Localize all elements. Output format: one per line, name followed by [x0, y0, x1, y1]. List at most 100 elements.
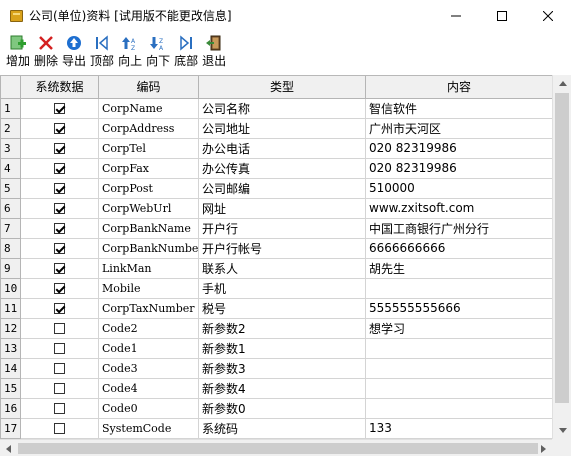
content-header[interactable]: 内容 — [365, 76, 553, 99]
type-cell[interactable]: 办公传真 — [198, 157, 366, 179]
system-data-checkbox[interactable] — [54, 103, 65, 114]
type-cell[interactable]: 手机 — [198, 277, 366, 299]
table-row[interactable]: 13 Code1 新参数1 — [0, 337, 553, 359]
table-row[interactable]: 1 CorpName 公司名称 智信软件 — [0, 97, 553, 119]
system-data-checkbox[interactable] — [54, 183, 65, 194]
last-button[interactable]: 底部 — [172, 31, 200, 71]
scroll-up-button[interactable] — [553, 75, 571, 92]
table-row[interactable]: 12 Code2 新参数2 想学习 — [0, 317, 553, 339]
table-row[interactable]: 8 CorpBankNumber 开户行帐号 6666666666 — [0, 237, 553, 259]
type-cell[interactable]: 税号 — [198, 297, 366, 319]
code-cell[interactable]: CorpTel — [98, 137, 199, 159]
code-cell[interactable]: CorpAddress — [98, 117, 199, 139]
vertical-scrollbar[interactable] — [552, 75, 571, 439]
table-row[interactable]: 9 LinkMan 联系人 胡先生 — [0, 257, 553, 279]
close-button[interactable] — [525, 0, 571, 31]
scroll-right-button[interactable] — [535, 440, 552, 456]
system-data-checkbox[interactable] — [54, 323, 65, 334]
content-cell[interactable]: 020 82319986 — [365, 137, 553, 159]
first-button[interactable]: 顶部 — [88, 31, 116, 71]
exit-button[interactable]: 退出 — [200, 31, 228, 71]
code-cell[interactable]: CorpPost — [98, 177, 199, 199]
row-number[interactable]: 13 — [0, 337, 21, 359]
row-number[interactable]: 1 — [0, 97, 21, 119]
type-cell[interactable]: 公司地址 — [198, 117, 366, 139]
content-cell[interactable]: 6666666666 — [365, 237, 553, 259]
move-down-button[interactable]: Z A 向下 — [144, 31, 172, 71]
content-cell[interactable]: www.zxitsoft.com — [365, 197, 553, 219]
table-row[interactable]: 17 SystemCode 系统码 133 — [0, 417, 553, 439]
horizontal-scrollbar[interactable] — [0, 439, 552, 456]
row-number[interactable]: 7 — [0, 217, 21, 239]
row-number[interactable]: 16 — [0, 397, 21, 419]
table-row[interactable]: 16 Code0 新参数0 — [0, 397, 553, 419]
code-cell[interactable]: CorpTaxNumber — [98, 297, 199, 319]
content-cell[interactable] — [365, 377, 553, 399]
row-number[interactable]: 8 — [0, 237, 21, 259]
horizontal-scroll-thumb[interactable] — [18, 443, 538, 454]
move-up-button[interactable]: A Z 向上 — [116, 31, 144, 71]
vertical-scroll-thumb[interactable] — [555, 93, 569, 403]
code-cell[interactable]: CorpFax — [98, 157, 199, 179]
code-cell[interactable]: CorpBankName — [98, 217, 199, 239]
add-button[interactable]: 增加 — [4, 31, 32, 71]
type-cell[interactable]: 新参数4 — [198, 377, 366, 399]
row-number[interactable]: 12 — [0, 317, 21, 339]
type-cell[interactable]: 新参数2 — [198, 317, 366, 339]
system-data-checkbox[interactable] — [54, 223, 65, 234]
table-row[interactable]: 6 CorpWebUrl 网址 www.zxitsoft.com — [0, 197, 553, 219]
code-cell[interactable]: LinkMan — [98, 257, 199, 279]
content-cell[interactable]: 智信软件 — [365, 97, 553, 119]
table-row[interactable]: 4 CorpFax 办公传真 020 82319986 — [0, 157, 553, 179]
type-header[interactable]: 类型 — [198, 76, 366, 99]
row-number[interactable]: 3 — [0, 137, 21, 159]
code-cell[interactable]: Code0 — [98, 397, 199, 419]
type-cell[interactable]: 新参数3 — [198, 357, 366, 379]
content-cell[interactable]: 中国工商银行广州分行 — [365, 217, 553, 239]
scroll-down-button[interactable] — [553, 422, 571, 439]
system-data-checkbox[interactable] — [54, 303, 65, 314]
system-data-checkbox[interactable] — [54, 143, 65, 154]
table-row[interactable]: 10 Mobile 手机 — [0, 277, 553, 299]
content-cell[interactable] — [365, 277, 553, 299]
system-data-checkbox[interactable] — [54, 403, 65, 414]
type-cell[interactable]: 办公电话 — [198, 137, 366, 159]
system-data-checkbox[interactable] — [54, 423, 65, 434]
content-cell[interactable] — [365, 337, 553, 359]
content-cell[interactable] — [365, 357, 553, 379]
system-data-checkbox[interactable] — [54, 243, 65, 254]
system-data-checkbox[interactable] — [54, 343, 65, 354]
content-cell[interactable]: 020 82319986 — [365, 157, 553, 179]
row-number[interactable]: 11 — [0, 297, 21, 319]
row-number[interactable]: 6 — [0, 197, 21, 219]
code-cell[interactable]: Code2 — [98, 317, 199, 339]
type-cell[interactable]: 新参数0 — [198, 397, 366, 419]
maximize-button[interactable] — [479, 0, 525, 31]
minimize-button[interactable] — [433, 0, 479, 31]
content-cell[interactable]: 胡先生 — [365, 257, 553, 279]
row-number[interactable]: 10 — [0, 277, 21, 299]
row-number[interactable]: 9 — [0, 257, 21, 279]
content-cell[interactable]: 广州市天河区 — [365, 117, 553, 139]
row-number[interactable]: 5 — [0, 177, 21, 199]
system-data-header[interactable]: 系统数据 — [20, 76, 99, 99]
row-number[interactable]: 15 — [0, 377, 21, 399]
table-row[interactable]: 7 CorpBankName 开户行 中国工商银行广州分行 — [0, 217, 553, 239]
content-cell[interactable] — [365, 397, 553, 419]
system-data-checkbox[interactable] — [54, 283, 65, 294]
type-cell[interactable]: 系统码 — [198, 417, 366, 439]
type-cell[interactable]: 网址 — [198, 197, 366, 219]
row-number[interactable]: 2 — [0, 117, 21, 139]
system-data-checkbox[interactable] — [54, 383, 65, 394]
type-cell[interactable]: 联系人 — [198, 257, 366, 279]
content-cell[interactable]: 想学习 — [365, 317, 553, 339]
export-button[interactable]: 导出 — [60, 31, 88, 71]
table-row[interactable]: 15 Code4 新参数4 — [0, 377, 553, 399]
scroll-left-button[interactable] — [0, 440, 17, 456]
table-row[interactable]: 3 CorpTel 办公电话 020 82319986 — [0, 137, 553, 159]
system-data-checkbox[interactable] — [54, 203, 65, 214]
type-cell[interactable]: 公司名称 — [198, 97, 366, 119]
code-cell[interactable]: CorpBankNumber — [98, 237, 199, 259]
content-cell[interactable]: 510000 — [365, 177, 553, 199]
table-row[interactable]: 11 CorpTaxNumber 税号 555555555666 — [0, 297, 553, 319]
